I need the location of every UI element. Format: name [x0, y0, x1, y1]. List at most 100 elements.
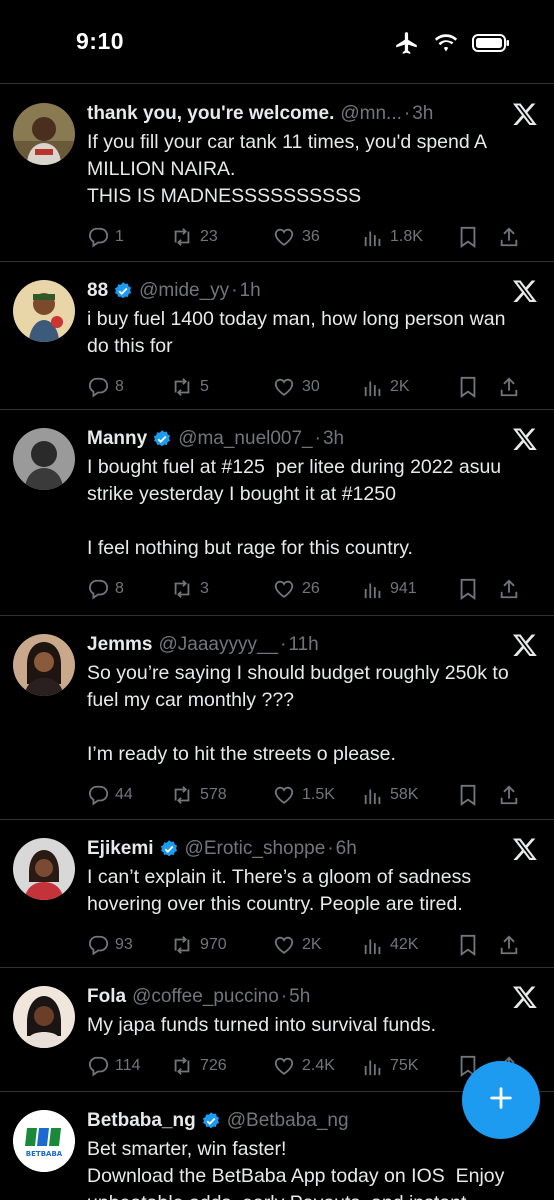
views-button[interactable]: 42K: [362, 934, 458, 956]
status-icons: [394, 30, 510, 56]
heart-icon: [272, 934, 296, 956]
tweet-time[interactable]: 5h: [289, 986, 310, 1008]
author-name[interactable]: Manny: [87, 428, 147, 450]
author-handle[interactable]: @Jaaayyyy__: [159, 634, 279, 656]
like-button[interactable]: 2.4K: [272, 1055, 362, 1077]
views-button[interactable]: 1.8K: [362, 226, 458, 248]
tweet-header: 88 @mide_yy · 1h: [87, 276, 487, 306]
author-name[interactable]: 88: [87, 280, 108, 302]
tweet-header: Manny @ma_nuel007_ · 3h: [87, 424, 487, 454]
tweet-actions: 93 970 2K 42K: [87, 918, 538, 972]
reply-button[interactable]: 8: [87, 376, 170, 398]
tweet-header: Ejikemi @Erotic_shoppe · 6h: [87, 834, 487, 864]
views-count: 1.8K: [390, 228, 423, 245]
retweet-button[interactable]: 970: [170, 934, 272, 956]
tweet-time[interactable]: 1h: [240, 280, 261, 302]
share-button[interactable]: [498, 226, 520, 248]
avatar[interactable]: BETBABA: [13, 1110, 75, 1172]
bookmark-button[interactable]: [458, 934, 498, 956]
compose-button[interactable]: [462, 1061, 540, 1139]
tweet-header: thank you, you're welcome. @mn... · 3h: [87, 99, 487, 129]
reply-icon: [87, 578, 109, 600]
tweet[interactable]: Jemms @Jaaayyyy__ · 11h So you’re saying…: [0, 616, 554, 820]
like-button[interactable]: 1.5K: [272, 784, 362, 806]
views-button[interactable]: 2K: [362, 376, 458, 398]
author-name[interactable]: Ejikemi: [87, 838, 154, 860]
retweet-icon: [170, 784, 194, 806]
author-handle[interactable]: @ma_nuel007_: [178, 428, 312, 450]
tweet[interactable]: Ejikemi @Erotic_shoppe · 6h I can’t expl…: [0, 820, 554, 968]
retweet-button[interactable]: 3: [170, 578, 272, 600]
like-button[interactable]: 30: [272, 376, 362, 398]
retweet-count: 3: [200, 580, 209, 597]
tweet-text: Bet smarter, win faster! Download the Be…: [87, 1138, 505, 1200]
like-button[interactable]: 26: [272, 578, 362, 600]
share-icon: [498, 226, 520, 248]
bookmark-icon: [458, 578, 478, 600]
separator-dot: ·: [231, 280, 238, 301]
tweet-time[interactable]: 6h: [336, 838, 357, 860]
tweet-time[interactable]: 11h: [288, 634, 318, 656]
reply-button[interactable]: 114: [87, 1055, 170, 1077]
like-button[interactable]: 36: [272, 226, 362, 248]
author-name[interactable]: thank you, you're welcome.: [87, 103, 334, 125]
tweet-header: Betbaba_ng @Betbaba_ng: [87, 1106, 487, 1136]
avatar[interactable]: [13, 280, 75, 342]
author-handle[interactable]: @Erotic_shoppe: [185, 838, 326, 860]
tweet-text: I bought fuel at #125 per litee during 2…: [87, 456, 502, 559]
share-icon: [498, 376, 520, 398]
reply-button[interactable]: 93: [87, 934, 170, 956]
bookmark-button[interactable]: [458, 578, 498, 600]
reply-count: 114: [115, 1057, 141, 1074]
author-name[interactable]: Jemms: [87, 634, 153, 656]
views-button[interactable]: 941: [362, 578, 458, 600]
separator-dot: ·: [314, 428, 321, 449]
reply-button[interactable]: 8: [87, 578, 170, 600]
reply-count: 8: [115, 378, 124, 395]
avatar[interactable]: [13, 838, 75, 900]
avatar[interactable]: [13, 986, 75, 1048]
tweet[interactable]: thank you, you're welcome. @mn... · 3h I…: [0, 85, 554, 262]
avatar[interactable]: [13, 103, 75, 165]
bookmark-button[interactable]: [458, 226, 498, 248]
share-button[interactable]: [498, 376, 520, 398]
tweet[interactable]: 88 @mide_yy · 1h i buy fuel 1400 today m…: [0, 262, 554, 410]
retweet-button[interactable]: 23: [170, 226, 272, 248]
like-button[interactable]: 2K: [272, 934, 362, 956]
author-name[interactable]: Fola: [87, 986, 126, 1008]
reply-button[interactable]: 1: [87, 226, 170, 248]
retweet-button[interactable]: 578: [170, 784, 272, 806]
tweet[interactable]: Manny @ma_nuel007_ · 3h I bought fuel at…: [0, 410, 554, 616]
retweet-button[interactable]: 5: [170, 376, 272, 398]
x-logo-icon: [512, 101, 538, 127]
share-button[interactable]: [498, 784, 520, 806]
separator-dot: ·: [403, 103, 411, 124]
views-count: 42K: [390, 936, 419, 953]
retweet-count: 5: [200, 378, 209, 395]
author-handle[interactable]: @coffee_puccino: [132, 986, 279, 1008]
bookmark-button[interactable]: [458, 784, 498, 806]
views-button[interactable]: 75K: [362, 1055, 458, 1077]
reply-button[interactable]: 44: [87, 784, 170, 806]
share-icon: [498, 934, 520, 956]
avatar[interactable]: [13, 428, 75, 490]
tweet-time[interactable]: 3h: [323, 428, 344, 450]
author-handle[interactable]: @mide_yy: [139, 280, 229, 302]
share-button[interactable]: [498, 934, 520, 956]
share-button[interactable]: [498, 578, 520, 600]
plus-icon: [487, 1084, 515, 1117]
tweet-time[interactable]: 3h: [412, 103, 433, 125]
bookmark-icon: [458, 934, 478, 956]
author-name[interactable]: Betbaba_ng: [87, 1110, 196, 1132]
author-handle[interactable]: @mn...: [340, 103, 402, 125]
verified-badge-icon: [113, 281, 133, 301]
avatar[interactable]: [13, 634, 75, 696]
bookmark-button[interactable]: [458, 376, 498, 398]
retweet-icon: [170, 934, 194, 956]
bookmark-icon: [458, 784, 478, 806]
retweet-button[interactable]: 726: [170, 1055, 272, 1077]
like-count: 26: [302, 580, 320, 597]
verified-badge-icon: [201, 1111, 221, 1131]
views-button[interactable]: 58K: [362, 784, 458, 806]
author-handle[interactable]: @Betbaba_ng: [227, 1110, 349, 1132]
